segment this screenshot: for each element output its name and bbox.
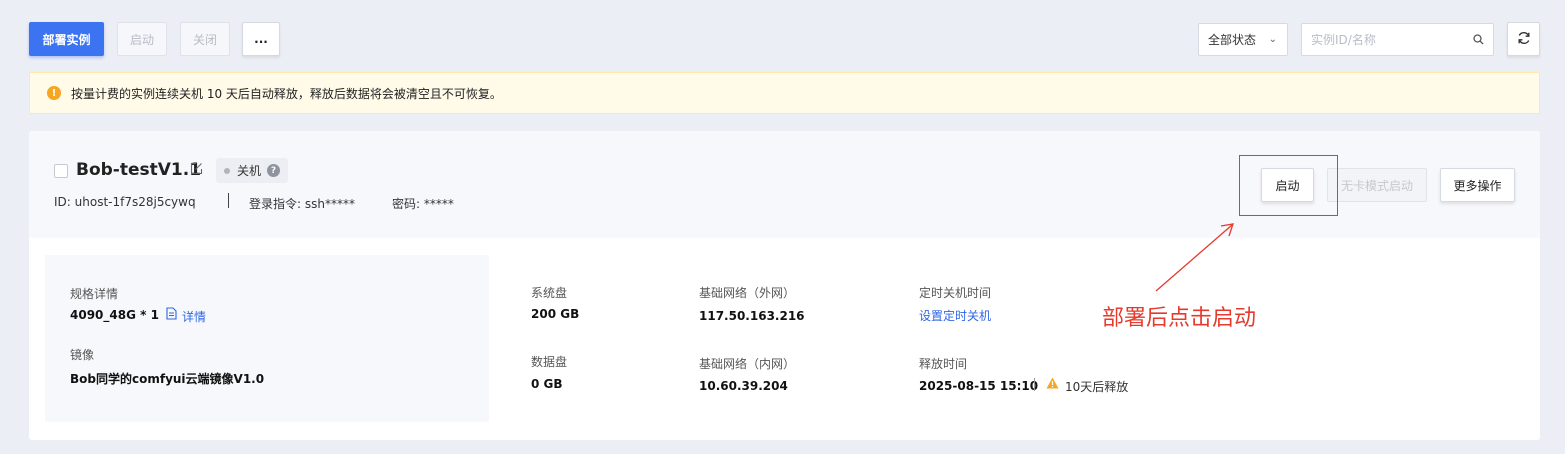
annotation-arrow [1155,223,1234,292]
annotation-text: 部署后点击启动 [1102,306,1257,331]
